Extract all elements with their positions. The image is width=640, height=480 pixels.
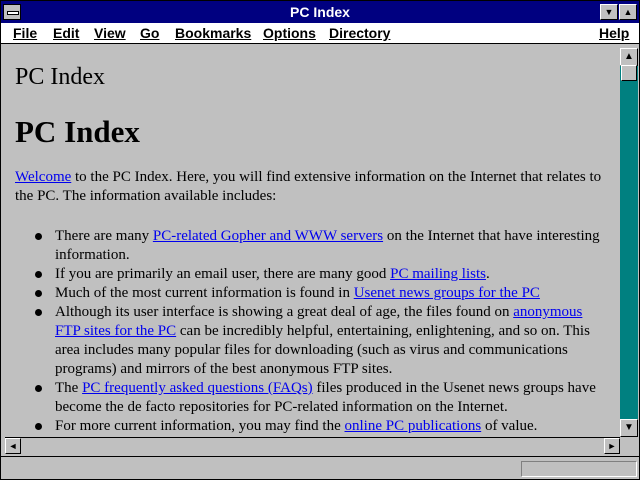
list-item: Much of the most current information is … [35,284,605,303]
online-publications-link[interactable]: online PC publications [345,418,482,434]
list-item: The PC frequently asked questions (FAQs)… [35,379,605,417]
menu-help[interactable]: Help [599,25,629,41]
browser-window: PC Index ▼ ▲ File Edit View Go Bookmarks… [0,0,640,480]
maximize-button[interactable]: ▲ [619,4,637,20]
document-view[interactable]: PC Index PC Index Welcome to the PC Inde… [5,48,619,436]
topics-list: There are many PC-related Gopher and WWW… [35,227,605,436]
menu-options[interactable]: Options [263,25,316,41]
status-bar [1,456,639,479]
menu-view[interactable]: View [94,25,126,41]
item-text: For more current information, you may fi… [55,418,345,434]
title-bar[interactable]: PC Index ▼ ▲ [1,1,639,23]
page-heading: PC Index [15,114,140,149]
vertical-scroll-thumb[interactable] [621,65,637,81]
welcome-link[interactable]: Welcome [15,169,71,185]
gopher-www-servers-link[interactable]: PC-related Gopher and WWW servers [153,228,383,244]
menu-bookmarks[interactable]: Bookmarks [175,25,251,41]
usenet-news-groups-link[interactable]: Usenet news groups for the PC [354,285,540,301]
intro-text: to the PC Index. Here, you will find ext… [15,169,602,204]
menu-edit[interactable]: Edit [53,25,79,41]
horizontal-scrollbar[interactable]: ◄ ► [5,437,620,454]
window-title: PC Index [290,4,350,20]
menu-go[interactable]: Go [140,25,159,41]
item-text: of value. [481,418,538,434]
item-text: Although its user interface is showing a… [55,304,514,320]
scroll-left-icon[interactable]: ◄ [5,438,21,454]
scroll-right-icon[interactable]: ► [604,438,620,454]
list-item: Although its user interface is showing a… [35,303,605,379]
menu-bar: File Edit View Go Bookmarks Options Dire… [1,23,639,44]
mailing-lists-link[interactable]: PC mailing lists [390,266,486,282]
item-text: There are many [55,228,153,244]
list-item: There are many PC-related Gopher and WWW… [35,227,605,265]
scroll-down-icon[interactable]: ▼ [620,419,638,437]
item-text: Much of the most current information is … [55,285,354,301]
faqs-link[interactable]: PC frequently asked questions (FAQs) [82,380,313,396]
menu-file[interactable]: File [13,25,37,41]
vertical-scrollbar[interactable]: ▲ ▼ [620,48,638,437]
list-item: For more current information, you may fi… [35,417,605,436]
intro-paragraph: Welcome to the PC Index. Here, you will … [15,168,605,206]
item-text: If you are primarily an email user, ther… [55,266,391,282]
menu-directory[interactable]: Directory [329,25,390,41]
document-title: PC Index [15,64,105,90]
item-text: . [485,266,490,282]
progress-field [521,461,637,477]
list-item: If you are primarily an email user, ther… [35,265,605,284]
minimize-button[interactable]: ▼ [600,4,618,20]
item-text: The [55,380,83,396]
scroll-up-icon[interactable]: ▲ [620,48,638,66]
